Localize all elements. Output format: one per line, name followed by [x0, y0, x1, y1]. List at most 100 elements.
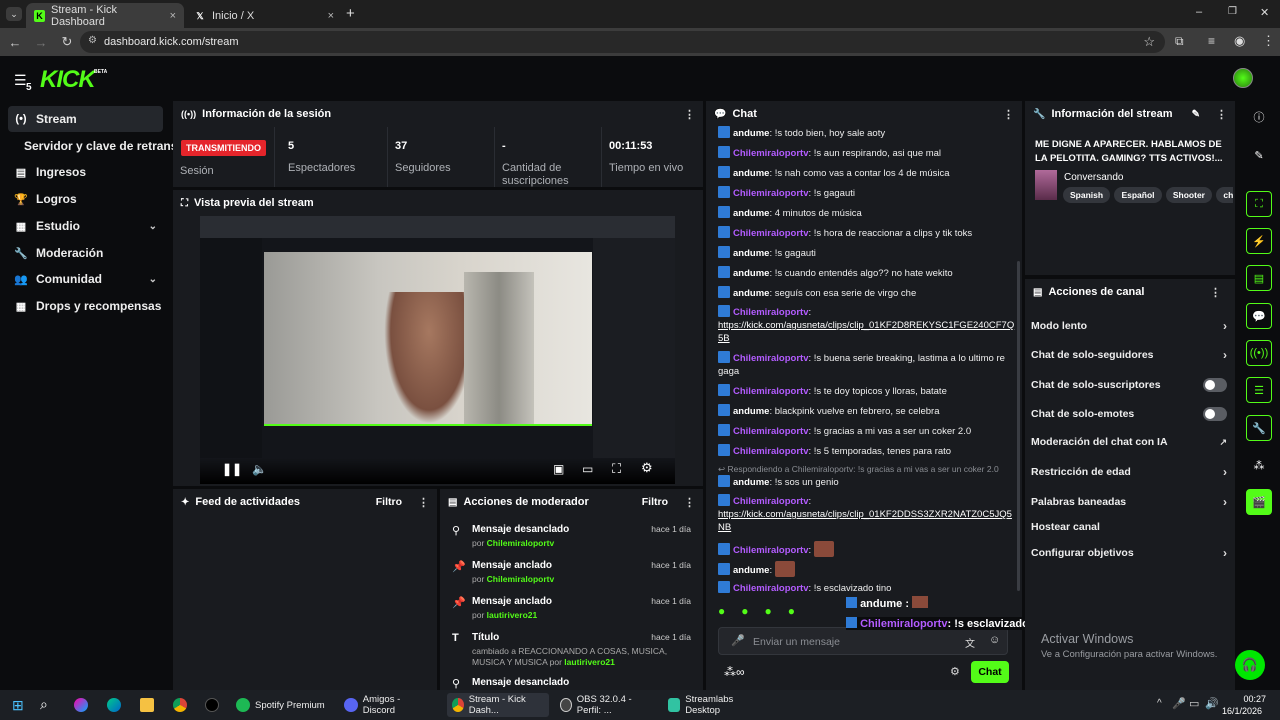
- settings-gear-icon[interactable]: ⚙: [641, 460, 653, 476]
- tab-x-inicio[interactable]: 𝕏 Inicio / X ×: [186, 3, 342, 28]
- focus-icon[interactable]: ⛶: [1246, 191, 1272, 217]
- channel-action-goals[interactable]: Configurar objetivos ›: [1031, 546, 1227, 560]
- chat-link[interactable]: https://kick.com/agusneta/clips/clip_01K…: [718, 509, 1012, 533]
- more-options-icon[interactable]: ⋮: [418, 496, 429, 509]
- taskbar-app-kick[interactable]: Stream - Kick Dash...: [447, 693, 549, 717]
- chrome-icon[interactable]: [173, 698, 187, 712]
- microphone-tray-icon[interactable]: 🎤: [1172, 697, 1186, 710]
- more-options-icon[interactable]: ⋮: [684, 496, 695, 509]
- chat-username[interactable]: Chilemiraloportv: [733, 496, 809, 507]
- close-tab-icon[interactable]: ×: [170, 10, 176, 22]
- taskbar-app-obs[interactable]: OBS 32.0.4 - Perfil: ...: [555, 693, 657, 717]
- channel-action-slow-mode[interactable]: Modo lento ›: [1031, 319, 1227, 333]
- pencil-icon[interactable]: ✎: [1246, 142, 1272, 168]
- chat-username[interactable]: andume: [733, 477, 769, 488]
- minimize-button[interactable]: –: [1196, 6, 1202, 18]
- mod-user[interactable]: Chilemiraloportv: [487, 538, 555, 548]
- chat-bubble-icon[interactable]: 💬: [1246, 303, 1272, 329]
- chat-username[interactable]: andume: [733, 288, 769, 299]
- browser-menu-icon[interactable]: ⋮: [1262, 33, 1275, 49]
- mod-action-row[interactable]: T Título cambiado a REACCIONANDO A COSAS…: [447, 628, 697, 672]
- close-tab-icon[interactable]: ×: [328, 10, 334, 22]
- mod-action-row[interactable]: 📌 Mensaje anclado por Chilemiraloportv h…: [447, 556, 697, 592]
- back-icon[interactable]: ←: [2, 35, 28, 50]
- chat-username[interactable]: Chilemiraloportv: [733, 426, 809, 437]
- taskbar-app-discord[interactable]: Amigos - Discord: [339, 693, 439, 717]
- toggle-switch[interactable]: [1203, 378, 1227, 392]
- chat-username[interactable]: andume: [733, 268, 769, 279]
- chat-username[interactable]: andume: [733, 208, 769, 219]
- sidebar-item-estudio[interactable]: ▦ Estudio ⌄: [8, 213, 163, 239]
- channel-action-subscribers-only[interactable]: Chat de solo-suscriptores: [1031, 378, 1227, 392]
- chat-username[interactable]: Chilemiraloportv: [733, 583, 809, 594]
- hamburger-menu-icon[interactable]: ☰: [14, 72, 27, 89]
- profile-icon[interactable]: ◉: [1234, 33, 1245, 49]
- points-icon[interactable]: ⁂∞: [724, 665, 745, 679]
- extensions-icon[interactable]: ⧉: [1175, 34, 1184, 49]
- chat-username[interactable]: Chilemiraloportv: [733, 188, 809, 199]
- wrench-icon[interactable]: 🔧: [1246, 415, 1272, 441]
- server-icon[interactable]: ☰: [1246, 377, 1272, 403]
- fullscreen-icon[interactable]: ⛶: [612, 461, 621, 477]
- chat-username[interactable]: Chilemiraloportv: [733, 446, 809, 457]
- tab-kick-dashboard[interactable]: K Stream - Kick Dashboard ×: [26, 3, 184, 28]
- chat-username[interactable]: andume: [733, 565, 769, 576]
- sidebar-item-moderacion[interactable]: 🔧 Moderación: [8, 240, 163, 266]
- sidebar-item-stream[interactable]: (•) Stream: [8, 106, 163, 132]
- edge-icon[interactable]: [107, 698, 121, 712]
- new-tab-button[interactable]: +: [346, 5, 355, 22]
- taskbar-date[interactable]: 16/1/2026: [1222, 706, 1262, 716]
- url-field[interactable]: ⚙ dashboard.kick.com/stream ☆: [80, 31, 1165, 53]
- mod-action-row[interactable]: 📌 Mensaje anclado por lautirivero21 hace…: [447, 592, 697, 628]
- tray-chevron-icon[interactable]: ^: [1157, 698, 1162, 709]
- more-options-icon[interactable]: ⋮: [1003, 108, 1014, 121]
- network-icon[interactable]: ▭: [1189, 697, 1199, 710]
- chat-username[interactable]: andume: [733, 248, 769, 259]
- support-button[interactable]: 🎧: [1235, 650, 1265, 680]
- theater-mode-icon[interactable]: ▭: [582, 462, 593, 476]
- tag[interactable]: chill: [1216, 187, 1233, 203]
- media-icon[interactable]: ≡: [1208, 34, 1215, 48]
- chat-username[interactable]: Chilemiraloportv: [733, 148, 809, 159]
- microphone-icon[interactable]: 🎤: [731, 634, 745, 647]
- category-name[interactable]: Conversando: [1064, 172, 1123, 183]
- tag[interactable]: Shooter: [1165, 187, 1212, 203]
- mod-user[interactable]: Chilemiraloportv: [487, 574, 555, 584]
- chat-username[interactable]: Chilemiraloportv: [733, 545, 809, 556]
- close-window-button[interactable]: ✕: [1260, 6, 1269, 19]
- channel-action-ai-moderation[interactable]: Moderación del chat con IA ↗: [1031, 436, 1227, 448]
- forward-icon[interactable]: →: [28, 35, 54, 50]
- chat-username[interactable]: andume: [733, 406, 769, 417]
- channel-action-emotes-only[interactable]: Chat de solo-emotes: [1031, 407, 1227, 421]
- tag[interactable]: Spanish: [1063, 187, 1111, 203]
- tab-list-chevron-icon[interactable]: ⌄: [6, 7, 22, 21]
- clip-icon[interactable]: ▣: [553, 462, 564, 476]
- user-avatar[interactable]: [1233, 68, 1253, 88]
- more-options-icon[interactable]: ⋮: [684, 108, 695, 121]
- maximize-button[interactable]: ❐: [1228, 6, 1237, 17]
- sidebar-item-ingresos[interactable]: ▤ Ingresos: [8, 159, 163, 185]
- volume-tray-icon[interactable]: 🔊: [1205, 697, 1219, 710]
- filter-button[interactable]: Filtro: [376, 496, 402, 508]
- stream-video[interactable]: ❚❚ 🔈 ▣ ▭ ⛶ ⚙: [200, 216, 675, 484]
- windows-start-icon[interactable]: ⊞: [12, 697, 24, 714]
- chat-link[interactable]: https://kick.com/agusneta/clips/clip_01K…: [718, 320, 1014, 344]
- sidebar-item-comunidad[interactable]: 👥 Comunidad ⌄: [8, 266, 163, 292]
- send-chat-button[interactable]: Chat: [971, 661, 1009, 683]
- broadcast-icon[interactable]: ((•)): [1246, 340, 1272, 366]
- info-icon[interactable]: ⓘ: [1246, 104, 1272, 130]
- taskbar-app-streamlabs[interactable]: Streamlabs Desktop: [663, 693, 765, 717]
- chat-settings-icon[interactable]: ⚙: [950, 665, 960, 678]
- emoji-icon[interactable]: ☺: [989, 634, 1000, 646]
- taskbar-app-spotify[interactable]: Spotify Premium: [231, 693, 331, 717]
- pause-icon[interactable]: ❚❚: [222, 462, 242, 476]
- chat-username[interactable]: andume: [733, 168, 769, 179]
- chat-username[interactable]: Chilemiraloportv: [733, 353, 809, 364]
- chat-username[interactable]: Chilemiraloportv: [733, 228, 809, 239]
- channel-action-host[interactable]: Hostear canal: [1031, 521, 1227, 533]
- tag[interactable]: Español: [1114, 187, 1162, 203]
- mod-action-row[interactable]: ⚲ Mensaje desanclado por Chilemiraloport…: [447, 520, 697, 556]
- chat-username[interactable]: Chilemiraloportv: [733, 386, 809, 397]
- lightning-icon[interactable]: ⚡: [1246, 228, 1272, 254]
- search-icon[interactable]: ⌕: [40, 696, 48, 713]
